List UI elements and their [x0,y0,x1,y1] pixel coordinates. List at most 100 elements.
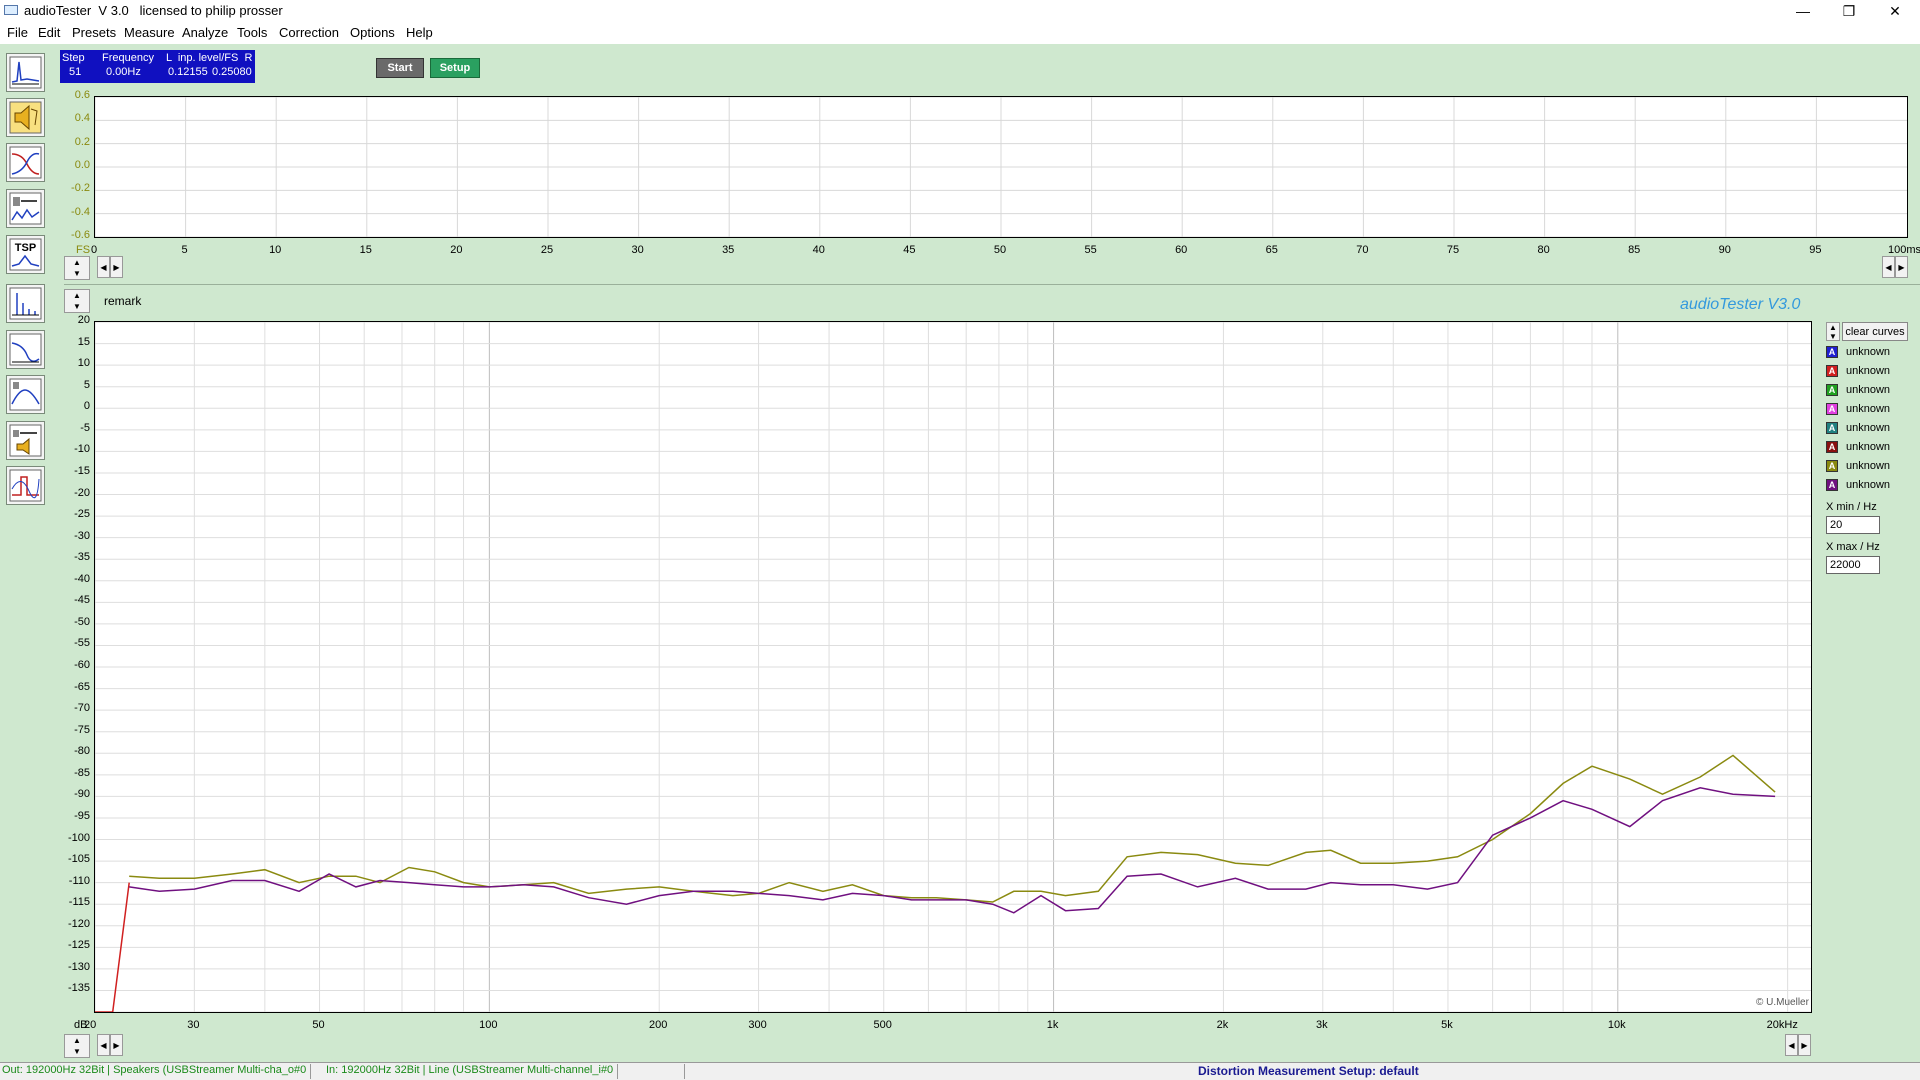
time-x-tick-label: 25 [540,244,554,256]
freq-x-tick-label: 2k [1216,1019,1229,1031]
speaker-tool-button[interactable] [6,98,45,137]
minimize-button[interactable]: — [1780,0,1826,22]
curve-color-icon[interactable]: A [1826,422,1838,434]
legend-item[interactable]: Aunknown [1826,477,1890,493]
freq-x-tick-label: 1k [1046,1019,1059,1031]
time-plot-zoom-left[interactable]: ◀ [1882,256,1895,278]
restore-button[interactable]: ❐ [1826,0,1872,22]
response-tool-button[interactable] [6,330,45,369]
freq-y-tick-label: 5 [83,378,90,391]
menu-bar: File Edit Presets Measure Analyze Tools … [0,22,1920,44]
speaker-measure-tool-button[interactable] [6,189,45,228]
speaker-compare-tool-button[interactable] [6,421,45,460]
time-y-tick-label: 0.4 [74,112,90,125]
filter-tool-button[interactable] [6,143,45,182]
freq-y-tick-label: -55 [74,637,90,650]
freq-y-tick-label: 20 [77,314,90,326]
spinner-down-icon: ▼ [73,1047,81,1056]
legend-item[interactable]: Aunknown [1826,344,1890,360]
start-button[interactable]: Start [376,58,424,78]
legend-item[interactable]: Aunknown [1826,458,1890,474]
legend-item[interactable]: Aunknown [1826,439,1890,455]
copyright-label: © U.Mueller [1756,997,1809,1008]
impulse-icon [9,56,42,89]
freq-y-tick-label: -125 [67,939,90,952]
menu-presets[interactable]: Presets [72,25,116,40]
legend-spinner[interactable]: ▲ ▼ [1826,322,1840,341]
menu-file[interactable]: File [7,25,28,40]
time-plot-y-spinner[interactable]: ▲ ▼ [64,256,90,280]
curve-color-icon[interactable]: A [1826,441,1838,453]
series-line-1 [129,754,1776,903]
curve-color-icon[interactable]: A [1826,460,1838,472]
freq-y-tick-label: -135 [67,982,90,995]
time-y-tick-label: 0.0 [74,159,90,171]
freq-y-tick-label: -75 [74,723,90,736]
filter-response-icon [9,146,42,179]
menu-help[interactable]: Help [406,25,433,40]
main-plot-zoom-right[interactable]: ▶ [1798,1034,1811,1056]
curve-color-icon[interactable]: A [1826,403,1838,415]
crossover-tool-button[interactable] [6,375,45,414]
status-input-device: In: 192000Hz 32Bit | Line (USBStreamer M… [326,1064,619,1079]
freq-x-tick-label: 5k [1441,1019,1453,1031]
menu-analyze[interactable]: Analyze [182,25,228,40]
curve-color-icon[interactable]: A [1826,384,1838,396]
brand-label: audioTester V3.0 [1680,296,1801,313]
main-plot-bottom-spinner[interactable]: ▲ ▼ [64,1034,90,1058]
curve-color-icon[interactable]: A [1826,365,1838,377]
curve-color-icon[interactable]: A [1826,346,1838,358]
time-x-tick-label: 80 [1537,244,1550,256]
time-plot-scroll-right[interactable]: ▶ [110,256,123,278]
xmin-label: X min / Hz [1826,501,1877,513]
time-plot[interactable] [94,96,1908,238]
freq-y-tick-label: -30 [74,529,90,542]
menu-tools[interactable]: Tools [237,25,267,40]
freq-y-tick-label: 15 [77,335,90,348]
curve-color-icon[interactable]: A [1826,479,1838,491]
legend-item-label: unknown [1846,384,1891,396]
main-plot-scroll-left[interactable]: ◀ [97,1034,110,1056]
freq-y-tick-label: -45 [74,594,90,607]
spectrum-tool-button[interactable] [6,284,45,323]
legend-item[interactable]: Aunknown [1826,420,1890,436]
arrow-left-icon: ◀ [1788,1040,1795,1050]
close-button[interactable]: ✕ [1872,0,1918,22]
legend-item[interactable]: Aunknown [1826,363,1890,379]
freq-y-tick-label: -90 [74,788,90,801]
tsp-icon: TSP [9,238,42,271]
main-plot-y-spinner[interactable]: ▲ ▼ [64,289,90,313]
remark-label: remark [104,294,142,308]
main-plot-scroll-right[interactable]: ▶ [110,1034,123,1056]
tsp-tool-button[interactable]: TSP [6,235,45,274]
setup-button[interactable]: Setup [430,58,480,78]
legend-item-label: unknown [1846,479,1891,491]
time-plot-scroll-left[interactable]: ◀ [97,256,110,278]
freq-y-tick-label: -130 [67,960,90,973]
clear-curves-button[interactable]: clear curves [1842,322,1908,341]
time-plot-zoom-right[interactable]: ▶ [1895,256,1908,278]
menu-edit[interactable]: Edit [38,25,60,40]
xmin-input[interactable] [1826,516,1880,534]
menu-options[interactable]: Options [350,25,395,40]
impulse-tool-button[interactable] [6,53,45,92]
menu-measure[interactable]: Measure [124,25,175,40]
freq-y-tick-label: -60 [74,659,90,671]
frequency-header: Frequency [102,52,154,64]
xmax-input[interactable] [1826,556,1880,574]
frequency-plot[interactable] [94,321,1812,1013]
menu-correction[interactable]: Correction [279,25,339,40]
legend-item[interactable]: Aunknown [1826,382,1890,398]
legend-item-label: unknown [1846,422,1891,434]
freq-y-tick-label: -25 [74,508,90,521]
time-plot-y-unit: FS [76,244,91,256]
legend-item-label: unknown [1846,403,1891,415]
step-tool-button[interactable] [6,466,45,505]
time-x-tick-label: 40 [812,244,825,256]
time-plot-x-unit: 100ms [1888,244,1920,256]
main-plot-zoom-left[interactable]: ◀ [1785,1034,1798,1056]
freq-y-tick-label: -15 [74,464,90,477]
legend-item[interactable]: Aunknown [1826,401,1890,417]
freq-y-tick-label: -95 [74,809,90,822]
arrow-left-icon: ◀ [100,1040,107,1050]
